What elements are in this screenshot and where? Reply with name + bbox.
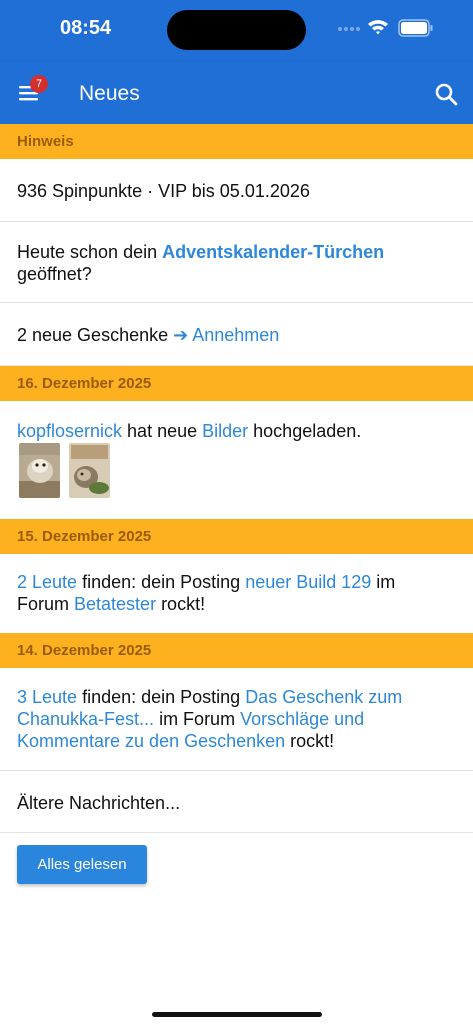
item-text: rockt! bbox=[156, 594, 206, 614]
cellular-icon bbox=[338, 27, 360, 31]
status-bar: 08:54 bbox=[0, 0, 473, 62]
search-button[interactable] bbox=[432, 80, 462, 110]
section-header-date: 15. Dezember 2025 bbox=[0, 519, 473, 554]
item-text: im bbox=[371, 572, 396, 592]
page-title: Neues bbox=[79, 82, 140, 105]
advent-text: Heute schon dein bbox=[17, 242, 163, 262]
list-item: 2 Leute finden: dein Posting neuer Build… bbox=[0, 554, 473, 633]
search-icon bbox=[435, 83, 458, 106]
people-link[interactable]: 2 Leute bbox=[17, 572, 77, 592]
section-title: 16. Dezember 2025 bbox=[17, 375, 152, 392]
forum-link[interactable]: Vorschläge und bbox=[240, 709, 364, 729]
item-text: finden: dein Posting bbox=[77, 572, 246, 592]
posting-link[interactable]: Das Geschenk zum bbox=[245, 687, 402, 707]
forum-link-continued[interactable]: Kommentare zu den Geschenken bbox=[17, 731, 285, 751]
item-text: hat neue bbox=[122, 421, 203, 441]
dynamic-island bbox=[167, 10, 306, 50]
points-row: 936 Spinpunkte · VIP bis 05.01.2026 bbox=[0, 159, 473, 222]
section-header-date: 16. Dezember 2025 bbox=[0, 366, 473, 401]
gifts-text: 2 neue Geschenke bbox=[17, 325, 174, 345]
advent-text-suffix: geöffnet? bbox=[17, 264, 92, 284]
gifts-row: 2 neue Geschenke ➔ Annehmen bbox=[0, 303, 473, 366]
points-text: 936 Spinpunkte · VIP bis 05.01.2026 bbox=[17, 181, 310, 201]
menu-button[interactable]: 7 bbox=[14, 75, 48, 109]
advent-row: Heute schon dein Adventskalender-Türchen… bbox=[0, 222, 473, 303]
item-text: hochgeladen. bbox=[248, 421, 362, 441]
item-text: finden: dein Posting bbox=[77, 687, 246, 707]
posting-link[interactable]: neuer Build 129 bbox=[245, 572, 371, 592]
section-header-date: 14. Dezember 2025 bbox=[0, 633, 473, 668]
forum-link[interactable]: Betatester bbox=[74, 594, 156, 614]
list-item: 3 Leute finden: dein Posting Das Geschen… bbox=[0, 668, 473, 771]
notification-badge: 7 bbox=[30, 75, 48, 93]
battery-icon bbox=[398, 19, 433, 37]
accept-gifts-link[interactable]: ➔ Annehmen bbox=[173, 325, 279, 345]
user-link[interactable]: kopflosernick bbox=[17, 421, 122, 441]
section-title: 15. Dezember 2025 bbox=[17, 528, 152, 545]
status-time: 08:54 bbox=[60, 17, 112, 39]
people-link[interactable]: 3 Leute bbox=[17, 687, 77, 707]
image-thumbnail[interactable] bbox=[19, 443, 60, 498]
item-text: Forum bbox=[17, 594, 75, 614]
app-bar: 7 Neues bbox=[0, 62, 473, 124]
home-indicator bbox=[152, 1012, 322, 1017]
section-title: Hinweis bbox=[17, 133, 74, 150]
posting-link-continued[interactable]: Chanukka-Fest... bbox=[17, 709, 154, 729]
images-link[interactable]: Bilder bbox=[202, 421, 248, 441]
wifi-icon bbox=[368, 20, 388, 35]
item-text: im Forum bbox=[154, 709, 241, 729]
item-text: rockt! bbox=[285, 731, 335, 751]
mark-all-read-button[interactable]: Alles gelesen bbox=[17, 845, 147, 884]
older-messages-row[interactable]: Ältere Nachrichten... bbox=[0, 771, 473, 833]
section-title: 14. Dezember 2025 bbox=[17, 642, 152, 659]
section-header-hint: Hinweis bbox=[0, 124, 473, 159]
advent-calendar-link[interactable]: Adventskalender-Türchen bbox=[162, 242, 384, 262]
image-thumbnail[interactable] bbox=[69, 443, 110, 498]
older-messages-link[interactable]: Ältere Nachrichten... bbox=[17, 793, 180, 813]
